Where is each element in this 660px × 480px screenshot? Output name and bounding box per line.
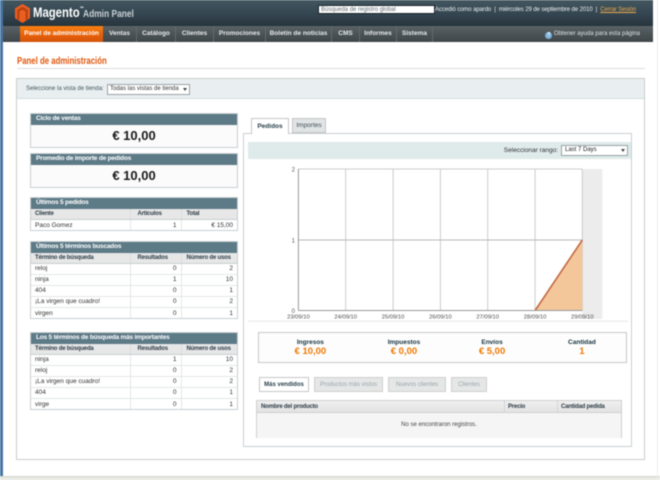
svg-text:23/09/10: 23/09/10 — [287, 315, 310, 321]
svg-text:25/09/10: 25/09/10 — [382, 315, 405, 321]
svg-text:29/09/10: 29/09/10 — [571, 315, 594, 321]
svg-text:2: 2 — [292, 168, 296, 174]
svg-text:27/09/10: 27/09/10 — [476, 315, 499, 321]
svg-text:26/09/10: 26/09/10 — [429, 315, 452, 321]
svg-text:24/09/10: 24/09/10 — [334, 315, 357, 321]
svg-text:28/09/10: 28/09/10 — [524, 315, 547, 321]
svg-text:1: 1 — [292, 239, 296, 245]
